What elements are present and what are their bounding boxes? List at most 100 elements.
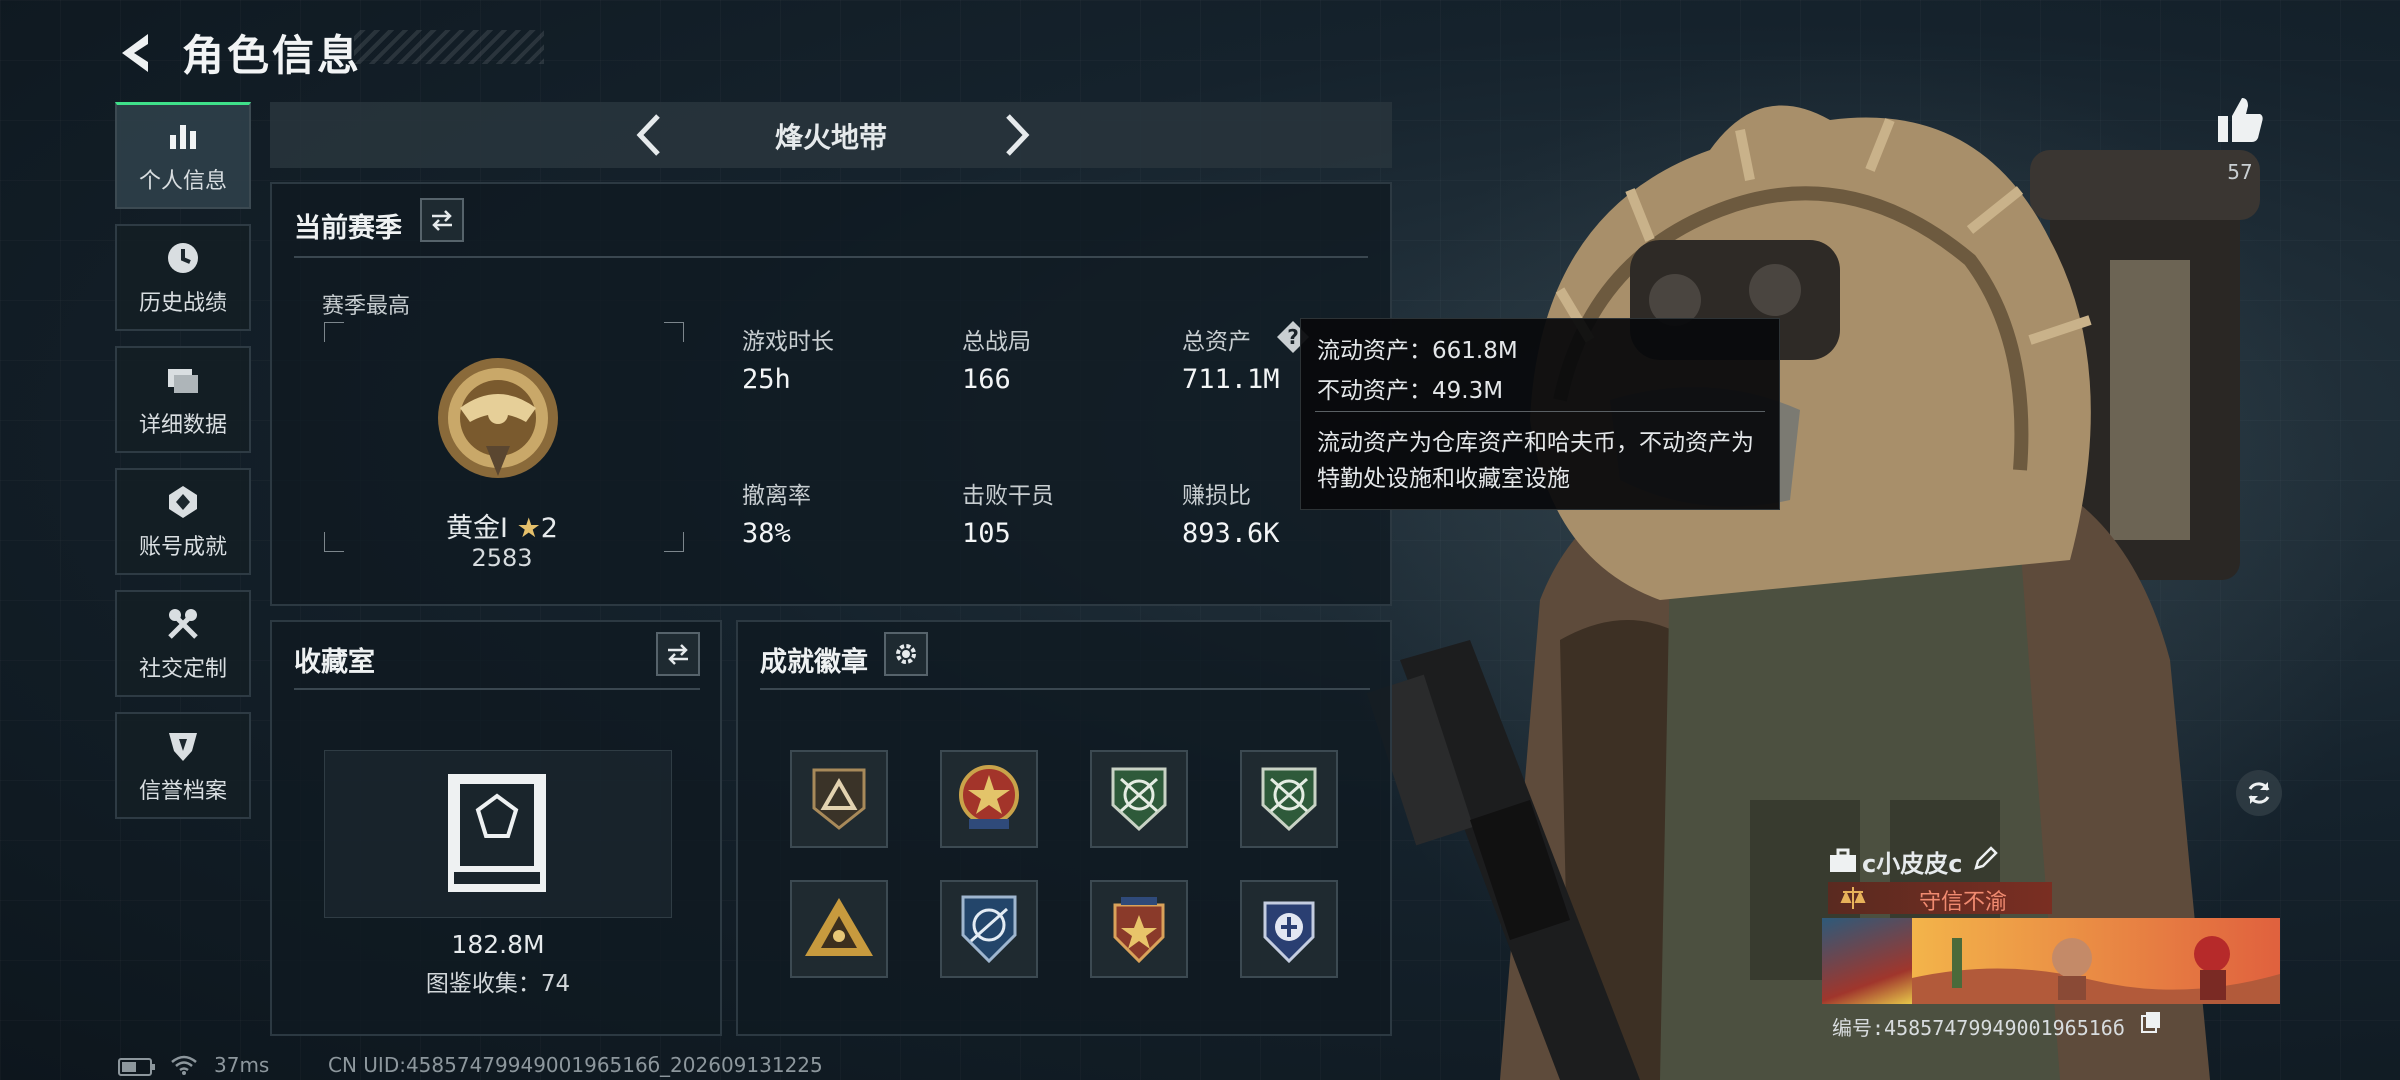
swap-arrows-icon <box>432 210 452 231</box>
ping-value: 37ms <box>214 1053 270 1077</box>
stat-label-playtime: 游戏时长 <box>742 329 834 355</box>
collection-panel-title: 收藏室 <box>294 647 375 678</box>
folders-icon <box>168 368 198 393</box>
reputation-title: 守信不渝 <box>1918 890 2007 915</box>
chevron-right-icon[interactable] <box>988 108 1042 162</box>
red-star-shield-icon <box>1113 897 1165 964</box>
tooltip-fixed-assets: 不动资产：49.3M <box>1317 378 1504 404</box>
briefcase-icon <box>1830 848 1856 872</box>
crossed-rifles-green-2-icon <box>1261 767 1317 832</box>
title-decoration-stripe <box>354 30 544 64</box>
blue-eagle-badge-icon <box>1263 901 1315 964</box>
nav-item-personal-info[interactable]: 个人信息 <box>115 102 251 209</box>
collection-value: 182.8M <box>451 930 545 959</box>
stat-label-total-assets: 总资产 <box>1182 329 1251 355</box>
badge-slot[interactable] <box>790 880 888 978</box>
display-case-icon <box>448 774 546 892</box>
tooltip-description-line1: 流动资产为仓库资产和哈夫币，不动资产为 <box>1317 430 1754 456</box>
nav-item-match-history[interactable]: 历史战绩 <box>115 224 251 331</box>
star-emblem-icon <box>959 765 1019 829</box>
player-name: c小皮皮c <box>1862 850 1963 878</box>
stat-label-total-matches: 总战局 <box>962 329 1031 355</box>
divider <box>294 688 700 690</box>
rank-star-icon: ★ <box>516 513 541 544</box>
player-banner-card <box>1912 918 2280 1004</box>
nav-label: 历史战绩 <box>138 290 227 316</box>
stat-label-extraction-rate: 撤离率 <box>742 483 811 509</box>
uid-text: CN UID:4585747994900196516б_202609131225 <box>328 1053 823 1077</box>
season-best-label: 赛季最高 <box>322 294 411 319</box>
nav-item-social-custom[interactable]: 社交定制 <box>115 590 251 697</box>
tooltip-description-line2: 特勤处设施和收藏室设施 <box>1317 466 1570 492</box>
stat-value-extraction-rate: 38% <box>742 518 791 549</box>
season-panel-title: 当前赛季 <box>294 213 402 244</box>
stat-value-total-matches: 166 <box>962 364 1011 395</box>
nav-label: 账号成就 <box>138 534 227 560</box>
history-clock-icon <box>168 242 198 273</box>
wrench-tools-icon <box>168 608 198 639</box>
rank-line: 黄金Ⅰ ★2 <box>432 506 572 545</box>
badge-slot[interactable] <box>1240 750 1338 848</box>
stat-value-profit-loss-ratio: 893.6K <box>1182 518 1280 549</box>
edit-pencil-icon[interactable] <box>1972 844 2000 872</box>
achievement-badges-panel: 成就徽章 <box>736 620 1392 1036</box>
rotate-view-button[interactable] <box>2236 770 2282 816</box>
nav-label: 信誉档案 <box>138 778 227 804</box>
rank-name: 黄金Ⅰ <box>446 513 508 544</box>
nav-label: 详细数据 <box>138 412 227 438</box>
divider <box>760 688 1370 690</box>
rank-stars: 2 <box>540 513 558 544</box>
badge-slot[interactable] <box>940 750 1038 848</box>
badge-slot[interactable] <box>1240 880 1338 978</box>
stat-value-operators-defeated: 105 <box>962 518 1011 549</box>
tooltip-liquid-assets: 流动资产：661.8M <box>1317 338 1518 364</box>
nav-label: 个人信息 <box>138 169 227 194</box>
nav-item-account-achievements[interactable]: 账号成就 <box>115 468 251 575</box>
swap-arrows-icon <box>668 644 688 665</box>
nav-item-reputation[interactable]: 信誉档案 <box>115 712 251 819</box>
reputation-shield-icon <box>169 732 197 761</box>
nav-label: 社交定制 <box>138 656 227 682</box>
mode-name: 烽火地带 <box>774 121 887 154</box>
page-title: 角色信息 <box>182 31 363 80</box>
stat-value-total-assets: 711.1M <box>1182 364 1280 395</box>
wifi-icon <box>171 1055 197 1075</box>
nav-item-detailed-data[interactable]: 详细数据 <box>115 346 251 453</box>
achievements-panel-title: 成就徽章 <box>760 647 868 678</box>
stat-label-operators-defeated: 击败干员 <box>962 483 1054 509</box>
badge-slot[interactable] <box>940 880 1038 978</box>
copy-icon[interactable] <box>2140 1010 2162 1034</box>
stat-label-profit-loss-ratio: 赚损比 <box>1182 483 1251 509</box>
current-season-panel: 当前赛季 赛季最高 黄金Ⅰ ★2 2583 游戏时长 25h 总战局 166 总… <box>270 182 1392 606</box>
like-count: 57 <box>2227 160 2253 184</box>
badge-settings-button[interactable] <box>884 632 928 676</box>
collection-switch-button[interactable] <box>656 632 700 676</box>
reputation-scale-icon <box>1840 887 1866 909</box>
collection-room-panel: 收藏室 182.8M 图鉴收集：74 <box>270 620 722 1036</box>
triangle-badge-icon <box>812 768 866 830</box>
badge-slot[interactable] <box>1090 750 1188 848</box>
badge-slot[interactable] <box>1090 880 1188 978</box>
rank-score: 2583 <box>471 544 533 572</box>
assets-tooltip: 流动资产：661.8M 不动资产：49.3M 流动资产为仓库资产和哈夫币，不动资… <box>1300 318 1780 510</box>
stat-value-playtime: 25h <box>742 364 791 395</box>
blue-wings-badge-icon <box>961 895 1017 964</box>
player-avatar[interactable] <box>1822 918 1912 1004</box>
refresh-icon <box>2248 782 2270 804</box>
divider <box>294 256 1368 258</box>
player-id: 编号:4585747994900196516б <box>1832 1016 2125 1040</box>
catalog-count: 图鉴收集：74 <box>425 971 571 997</box>
mode-selector: 烽火地带 <box>270 102 1392 168</box>
gold-rank-emblem-icon <box>438 358 558 478</box>
bar-chart-icon <box>170 125 196 149</box>
crossed-rifles-green-icon <box>1111 767 1167 832</box>
pyramid-badge-icon <box>805 898 873 956</box>
back-arrow-icon[interactable] <box>112 28 162 78</box>
svg-text:?: ? <box>1287 325 1299 349</box>
season-switch-button[interactable] <box>420 198 464 242</box>
battery-icon <box>118 1058 155 1076</box>
badge-slot[interactable] <box>790 750 888 848</box>
gear-icon <box>896 644 916 664</box>
tooltip-divider <box>1315 411 1765 412</box>
thumbs-up-icon[interactable] <box>2212 92 2268 148</box>
